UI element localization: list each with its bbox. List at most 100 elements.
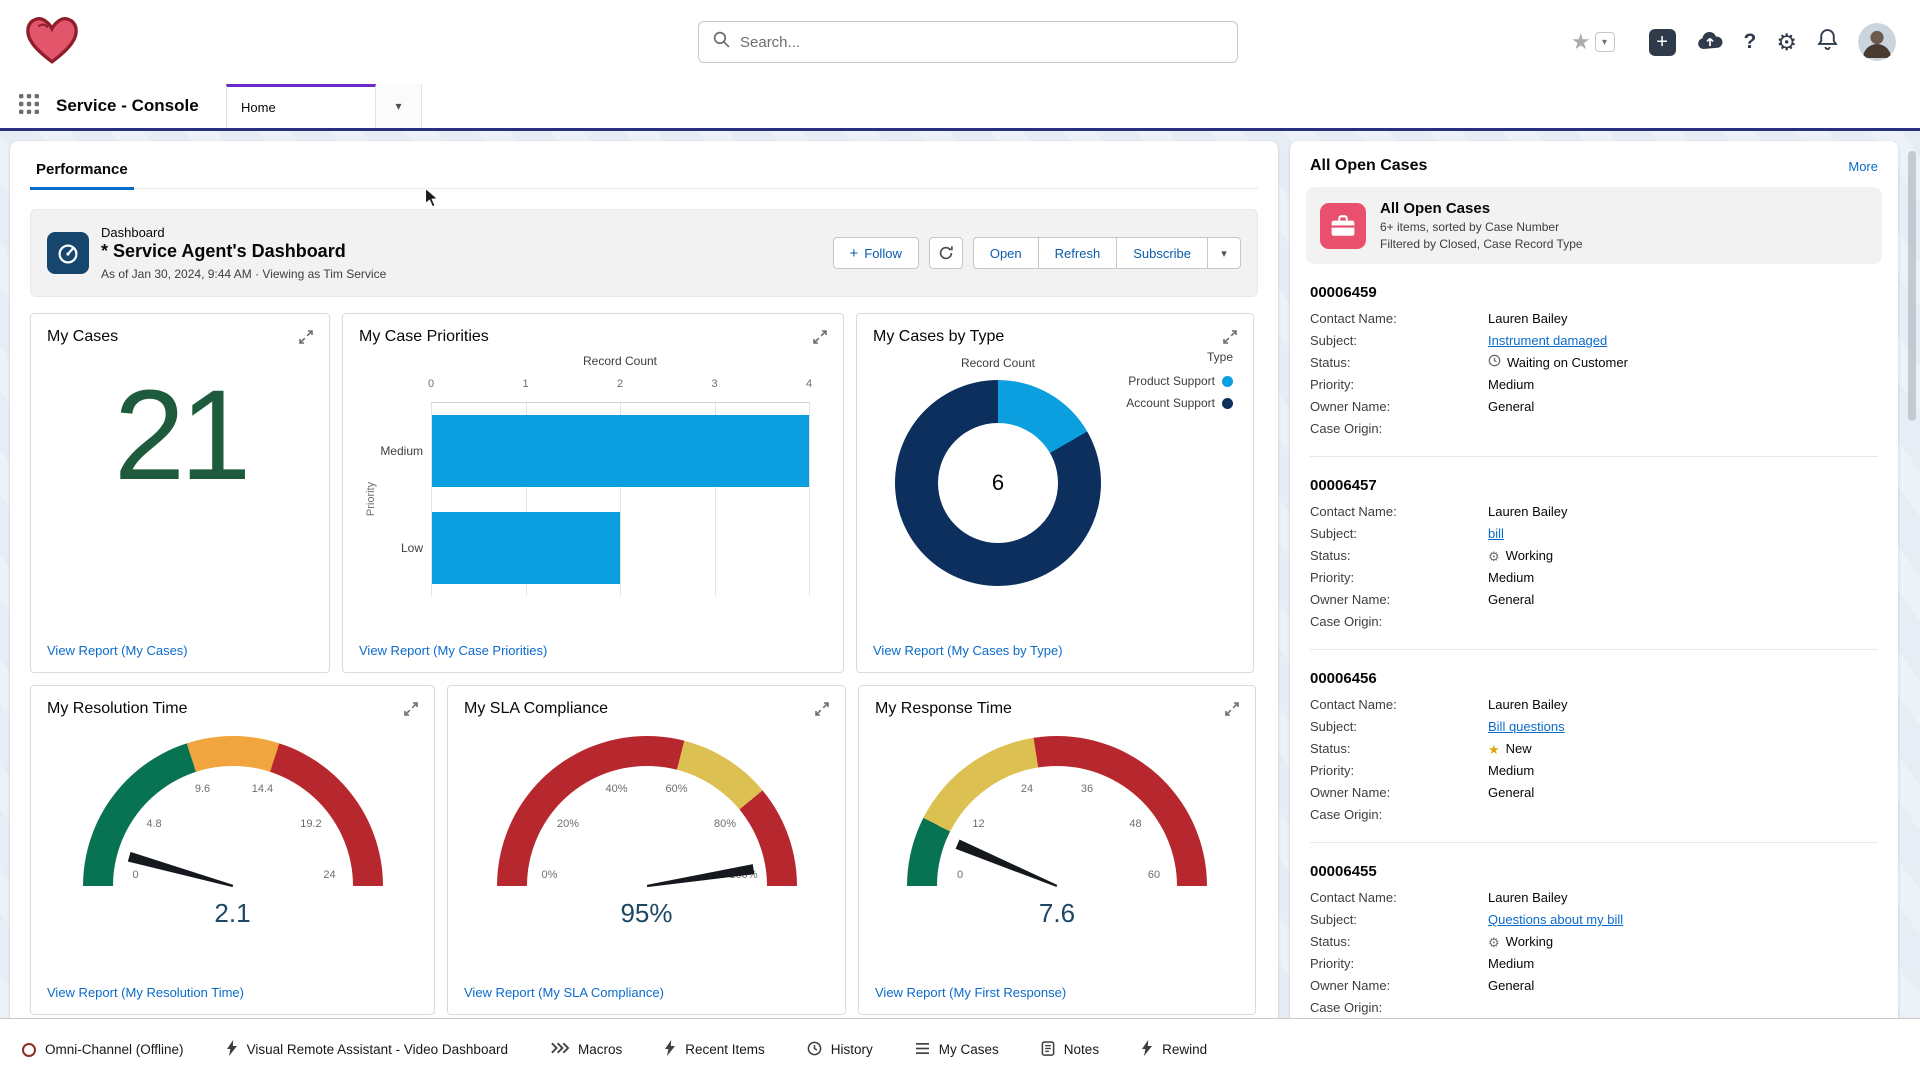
gauge-value: 7.6 (1039, 898, 1075, 929)
expand-icon[interactable] (815, 702, 829, 716)
global-header: ★ ▾ + ? ⚙ (0, 0, 1920, 84)
favorites-caret-icon[interactable]: ▾ (1595, 32, 1615, 52)
note-icon (1041, 1041, 1055, 1059)
open-button[interactable]: Open (973, 237, 1038, 269)
search-icon (713, 31, 730, 53)
utility-macros[interactable]: Macros (550, 1042, 622, 1057)
dashboard-more-actions-caret[interactable]: ▾ (1207, 237, 1241, 269)
scrollbar[interactable] (1908, 151, 1916, 421)
priority: Medium (1488, 760, 1534, 782)
utility-omni-channel[interactable]: Omni-Channel (Offline) (22, 1042, 184, 1057)
list-icon (915, 1042, 930, 1058)
legend-dot (1222, 398, 1233, 409)
user-avatar[interactable] (1858, 23, 1896, 61)
owner-name: General (1488, 782, 1534, 804)
search-input[interactable] (740, 34, 1223, 51)
favorites-star-icon[interactable]: ★ (1571, 31, 1591, 53)
legend-item[interactable]: Product Support (1126, 374, 1233, 388)
subject-link[interactable]: Instrument damaged (1488, 330, 1607, 352)
view-report-link[interactable]: View Report (My Case Priorities) (359, 643, 547, 658)
company-heart-logo (24, 14, 80, 71)
utility-visual-remote-assistant[interactable]: Visual Remote Assistant - Video Dashboar… (226, 1040, 508, 1059)
screen: ★ ▾ + ? ⚙ Service - Console Home ▾ (0, 0, 1920, 1080)
cases-by-type-donut-chart: 6 (895, 380, 1101, 586)
card-title: My Cases by Type (873, 328, 1004, 346)
gauge-value: 2.1 (214, 898, 250, 929)
card-my-sla-compliance: My SLA Compliance 0%20%40%60%80%100% 95%… (447, 685, 846, 1015)
utility-recent-items[interactable]: Recent Items (664, 1040, 765, 1059)
expand-icon[interactable] (299, 330, 313, 344)
donut-legend: Type Product Support Account Support (1126, 348, 1233, 586)
view-report-link[interactable]: View Report (My Resolution Time) (47, 985, 244, 1000)
utility-history[interactable]: History (807, 1041, 873, 1059)
case-number-link[interactable]: 00006457 (1310, 475, 1878, 497)
card-my-cases-by-type: My Cases by Type Record Count 6 Type (856, 313, 1254, 673)
case-item: 00006455 Contact Name:Lauren Bailey Subj… (1310, 843, 1878, 1035)
app-launcher-icon[interactable] (18, 93, 40, 120)
expand-icon[interactable] (404, 702, 418, 716)
card-my-cases: My Cases 21 View Report (My Cases) (30, 313, 330, 673)
follow-button[interactable]: + Follow (833, 237, 919, 269)
subscribe-button[interactable]: Subscribe (1116, 237, 1207, 269)
plus-icon: + (850, 246, 859, 261)
gauge-value: 95% (620, 898, 672, 929)
refresh-icon-button[interactable] (929, 237, 963, 269)
contact-name: Lauren Bailey (1488, 501, 1568, 523)
dashboard-icon (47, 232, 89, 274)
priority: Medium (1488, 374, 1534, 396)
view-report-link[interactable]: View Report (My First Response) (875, 985, 1066, 1000)
view-report-link[interactable]: View Report (My Cases) (47, 643, 188, 658)
global-add-icon[interactable]: + (1649, 29, 1676, 56)
priority: Medium (1488, 953, 1534, 975)
new-star-icon: ★ (1488, 743, 1500, 756)
subject-link[interactable]: bill (1488, 523, 1504, 545)
help-icon[interactable]: ? (1744, 30, 1757, 54)
expand-icon[interactable] (1225, 702, 1239, 716)
dashboard-meta: As of Jan 30, 2024, 9:44 AM · Viewing as… (101, 267, 386, 281)
case-number-link[interactable]: 00006455 (1310, 861, 1878, 883)
dashboard-cards: My Cases 21 View Report (My Cases) My Ca… (30, 313, 1258, 1015)
card-my-resolution-time: My Resolution Time 04.89.614.419.224 2.1… (30, 685, 435, 1015)
legend-item[interactable]: Account Support (1126, 396, 1233, 410)
working-gear-icon: ⚙ (1488, 550, 1500, 563)
case-briefcase-icon (1320, 203, 1366, 249)
utility-my-cases[interactable]: My Cases (915, 1042, 999, 1058)
case-item: 00006459 Contact Name:Lauren Bailey Subj… (1310, 264, 1878, 457)
lightning-icon (226, 1040, 238, 1059)
case-number-link[interactable]: 00006456 (1310, 668, 1878, 690)
refresh-button[interactable]: Refresh (1038, 237, 1117, 269)
view-report-link[interactable]: View Report (My SLA Compliance) (464, 985, 664, 1000)
card-title: My Cases (47, 328, 118, 346)
legend-title: Type (1126, 350, 1233, 364)
more-link[interactable]: More (1848, 159, 1878, 174)
dashboard-title: * Service Agent's Dashboard (101, 241, 386, 262)
setup-gear-icon[interactable]: ⚙ (1776, 31, 1797, 54)
response-time-gauge: 01224364860 (907, 736, 1207, 886)
header-actions: ★ ▾ + ? ⚙ (1571, 23, 1896, 61)
tab-dropdown-chevron[interactable]: ▾ (376, 84, 422, 128)
upload-cloud-icon[interactable] (1696, 29, 1724, 55)
utility-rewind[interactable]: Rewind (1141, 1040, 1207, 1059)
utility-bar: Omni-Channel (Offline) Visual Remote Ass… (0, 1018, 1920, 1080)
performance-tab[interactable]: Performance (30, 148, 134, 190)
view-report-link[interactable]: View Report (My Cases by Type) (873, 643, 1063, 658)
expand-icon[interactable] (1223, 330, 1237, 344)
utility-notes[interactable]: Notes (1041, 1041, 1099, 1059)
case-list: 00006459 Contact Name:Lauren Bailey Subj… (1290, 264, 1898, 1035)
performance-panel: Performance Dashboard * Service Agent's … (10, 141, 1278, 1080)
subject-link[interactable]: Bill questions (1488, 716, 1565, 738)
notifications-bell-icon[interactable] (1817, 28, 1838, 56)
contact-name: Lauren Bailey (1488, 694, 1568, 716)
clock-icon (807, 1041, 822, 1059)
sla-compliance-gauge: 0%20%40%60%80%100% (497, 736, 797, 886)
owner-name: General (1488, 975, 1534, 997)
chevrons-icon (550, 1042, 569, 1057)
expand-icon[interactable] (813, 330, 827, 344)
case-number-link[interactable]: 00006459 (1310, 282, 1878, 304)
tab-home[interactable]: Home (226, 84, 376, 128)
subject-link[interactable]: Questions about my bill (1488, 909, 1623, 931)
my-cases-metric-value: 21 (47, 372, 313, 500)
contact-name: Lauren Bailey (1488, 308, 1568, 330)
card-my-case-priorities: My Case Priorities Record Count01234Prio… (342, 313, 844, 673)
main-content: Performance Dashboard * Service Agent's … (0, 131, 1920, 1018)
